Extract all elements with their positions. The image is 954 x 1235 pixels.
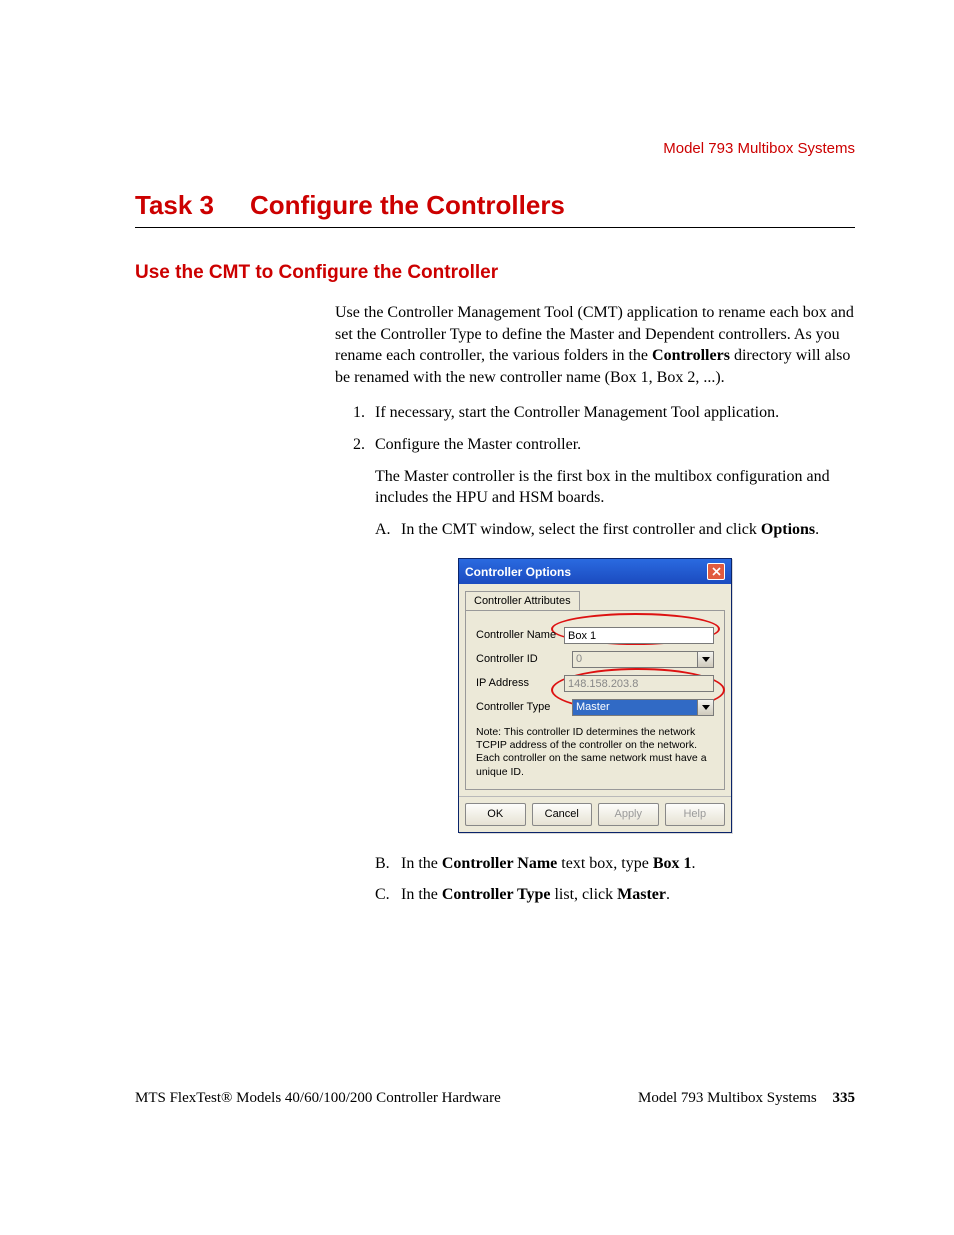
bold-text: Controller Type xyxy=(442,886,551,903)
footer-right: Model 793 Multibox Systems 335 xyxy=(638,1090,855,1107)
dialog-note: Note: This controller ID determines the … xyxy=(476,726,714,779)
dialog-button-row: OK Cancel Apply Help xyxy=(459,796,731,832)
intro-paragraph: Use the Controller Management Tool (CMT)… xyxy=(335,302,855,388)
step-2c: C. In the Controller Type list, click Ma… xyxy=(375,884,855,906)
task-number: Task 3 xyxy=(135,190,250,221)
step-2: 2. Configure the Master controller. xyxy=(353,434,855,456)
label-controller-id: Controller ID xyxy=(476,652,572,667)
text: list, click xyxy=(550,886,617,903)
dialog-tabs: Controller Attributes xyxy=(459,584,731,610)
row-controller-type: Controller Type Master xyxy=(476,699,714,716)
running-header: Model 793 Multibox Systems xyxy=(663,140,855,157)
label-ip-address: IP Address xyxy=(476,676,564,691)
step-text: Configure the Master controller. xyxy=(375,434,855,456)
cancel-button[interactable]: Cancel xyxy=(532,803,593,826)
step-1: 1. If necessary, start the Controller Ma… xyxy=(353,402,855,424)
step-number: 2. xyxy=(353,434,375,456)
text: . xyxy=(666,886,670,903)
footer-left: MTS FlexTest® Models 40/60/100/200 Contr… xyxy=(135,1090,501,1107)
subsection-heading: Use the CMT to Configure the Controller xyxy=(135,262,855,284)
controller-name-input[interactable] xyxy=(564,627,714,644)
page-number: 335 xyxy=(833,1090,856,1106)
sub-letter: B. xyxy=(375,853,401,875)
label-controller-name: Controller Name xyxy=(476,628,564,643)
step-text: If necessary, start the Controller Manag… xyxy=(375,402,855,424)
step-2b: B. In the Controller Name text box, type… xyxy=(375,853,855,875)
sub-text: In the CMT window, select the first cont… xyxy=(401,519,855,541)
footer-section: Model 793 Multibox Systems xyxy=(638,1090,817,1106)
help-button[interactable]: Help xyxy=(665,803,726,826)
task-title: Configure the Controllers xyxy=(250,190,565,221)
apply-button[interactable]: Apply xyxy=(598,803,659,826)
sub-letter: C. xyxy=(375,884,401,906)
text: . xyxy=(691,855,695,872)
close-icon[interactable] xyxy=(707,563,725,580)
bold-text: Master xyxy=(617,886,666,903)
text: . xyxy=(815,521,819,538)
ordered-list: 1. If necessary, start the Controller Ma… xyxy=(335,402,855,906)
bold-text: Controllers xyxy=(652,347,730,364)
page-footer: MTS FlexTest® Models 40/60/100/200 Contr… xyxy=(135,1090,855,1107)
step-number: 1. xyxy=(353,402,375,424)
label-controller-type: Controller Type xyxy=(476,700,572,715)
dialog-panel: Controller Name Controller ID 0 IP Addre… xyxy=(465,610,725,790)
sub-text: In the Controller Type list, click Maste… xyxy=(401,884,855,906)
task-heading: Task 3 Configure the Controllers xyxy=(135,190,855,228)
bold-text: Options xyxy=(761,521,815,538)
select-value: Master xyxy=(573,700,697,715)
select-value: 0 xyxy=(573,652,697,667)
dialog-controller-options: Controller Options Controller Attributes… xyxy=(458,558,732,832)
tab-controller-attributes[interactable]: Controller Attributes xyxy=(465,591,580,611)
dialog-title: Controller Options xyxy=(465,564,571,580)
text: In the xyxy=(401,886,442,903)
bold-text: Controller Name xyxy=(442,855,557,872)
text: In the xyxy=(401,855,442,872)
row-controller-name: Controller Name xyxy=(476,627,714,644)
sub-letter: A. xyxy=(375,519,401,541)
sub-text: In the Controller Name text box, type Bo… xyxy=(401,853,855,875)
ok-button[interactable]: OK xyxy=(465,803,526,826)
ip-address-input[interactable] xyxy=(564,675,714,692)
row-controller-id: Controller ID 0 xyxy=(476,651,714,668)
step-2a: A. In the CMT window, select the first c… xyxy=(375,519,855,541)
text: text box, type xyxy=(557,855,653,872)
body-column: Use the Controller Management Tool (CMT)… xyxy=(335,302,855,906)
step-2-note: The Master controller is the first box i… xyxy=(375,466,855,509)
controller-id-select[interactable]: 0 xyxy=(572,651,714,668)
dialog-titlebar[interactable]: Controller Options xyxy=(459,559,731,584)
controller-type-select[interactable]: Master xyxy=(572,699,714,716)
chevron-down-icon[interactable] xyxy=(697,700,713,715)
row-ip-address: IP Address xyxy=(476,675,714,692)
text: In the CMT window, select the first cont… xyxy=(401,521,761,538)
chevron-down-icon[interactable] xyxy=(697,652,713,667)
bold-text: Box 1 xyxy=(653,855,692,872)
